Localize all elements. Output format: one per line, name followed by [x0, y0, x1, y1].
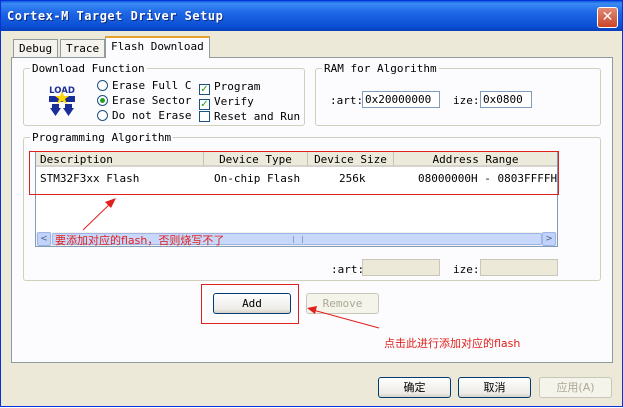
checkbox-reset-and-run-label: Reset and Run	[214, 110, 301, 123]
remove-button[interactable]: Remove	[306, 293, 379, 314]
ram-size-value: 0x0800	[483, 93, 523, 106]
ram-size-label: ize:	[453, 94, 480, 107]
row-device-type: On-chip Flash	[214, 172, 301, 185]
algo-start-label: :art:	[331, 263, 365, 276]
download-function-legend: Download Function	[32, 62, 145, 75]
apply-button[interactable]: 应用(A)	[539, 377, 612, 398]
check-icon: ✓	[199, 99, 210, 110]
close-icon: ✕	[601, 9, 614, 25]
algo-size-label: ize:	[453, 263, 480, 276]
row-device-size: 256k	[339, 172, 366, 185]
load-icon: LOAD	[49, 86, 75, 116]
checkbox-program[interactable]: ✓ Program	[199, 80, 260, 95]
checkbox-program-label: Program	[214, 80, 261, 93]
radio-erase-full-chip[interactable]: Erase Full C	[97, 79, 191, 92]
ram-size-input[interactable]: 0x0800	[480, 91, 532, 108]
chevron-left-icon: <	[40, 234, 48, 244]
radio-erase-sector-label: Erase Sector	[112, 94, 192, 107]
radio-erase-sector-indicator	[97, 95, 108, 106]
tab-debug-label: Debug	[19, 42, 53, 55]
checkbox-reset-and-run-box	[199, 111, 210, 122]
programming-algorithm-legend: Programming Algorithm	[32, 131, 172, 144]
annotation-list-note: 要添加对应的flash，否则烧写不了	[55, 234, 225, 247]
ram-for-algorithm-legend: RAM for Algorithm	[324, 62, 437, 75]
window-title: Cortex-M Target Driver Setup	[7, 9, 224, 23]
column-header-device-size[interactable]: Device Size	[308, 152, 394, 167]
add-button[interactable]: Add	[213, 293, 291, 314]
radio-do-not-erase-indicator	[97, 110, 108, 121]
tab-flash-download-label: Flash Download	[111, 40, 204, 53]
scroll-right-button[interactable]: >	[542, 232, 556, 246]
algo-size-input[interactable]	[480, 259, 558, 276]
row-description: STM32F3xx Flash	[40, 172, 140, 185]
checkbox-verify-label: Verify	[214, 95, 254, 108]
annotation-add-note: 点击此进行添加对应的flash	[384, 337, 521, 350]
tab-trace-label: Trace	[66, 42, 100, 55]
tab-trace[interactable]: Trace	[60, 39, 106, 57]
cancel-button[interactable]: 取消	[458, 377, 531, 398]
radio-erase-sector[interactable]: Erase Sector	[97, 94, 191, 107]
row-address-range: 08000000H - 0803FFFFH	[418, 172, 558, 185]
check-icon: ✓	[199, 84, 210, 95]
ram-start-input[interactable]: 0x20000000	[362, 91, 440, 108]
column-header-device-type[interactable]: Device Type	[204, 152, 308, 167]
tab-debug[interactable]: Debug	[13, 39, 59, 57]
algo-start-input[interactable]	[362, 259, 440, 276]
checkbox-verify[interactable]: ✓ Verify	[199, 95, 254, 110]
ram-start-label: :art:	[330, 94, 364, 107]
column-header-description[interactable]: Description	[36, 152, 204, 167]
column-header-address-range[interactable]: Address Range	[394, 152, 557, 167]
close-button[interactable]: ✕	[597, 7, 618, 28]
dialog-window: Cortex-M Target Driver Setup ✕ Debug Tra…	[0, 0, 623, 407]
checkbox-reset-and-run[interactable]: Reset and Run	[199, 110, 300, 123]
radio-erase-full-chip-indicator	[97, 80, 108, 91]
title-bar[interactable]: Cortex-M Target Driver Setup ✕	[1, 1, 622, 31]
chevron-right-icon: >	[545, 234, 553, 244]
scroll-left-button[interactable]: <	[37, 232, 51, 246]
radio-do-not-erase-label: Do not Erase	[112, 109, 192, 122]
radio-do-not-erase[interactable]: Do not Erase	[97, 109, 191, 122]
ram-start-value: 0x20000000	[365, 93, 432, 106]
ok-button[interactable]: 确定	[378, 377, 451, 398]
radio-erase-full-chip-label: Erase Full C	[112, 79, 192, 92]
tab-flash-download[interactable]: Flash Download	[105, 36, 210, 58]
grip-icon	[293, 236, 303, 243]
